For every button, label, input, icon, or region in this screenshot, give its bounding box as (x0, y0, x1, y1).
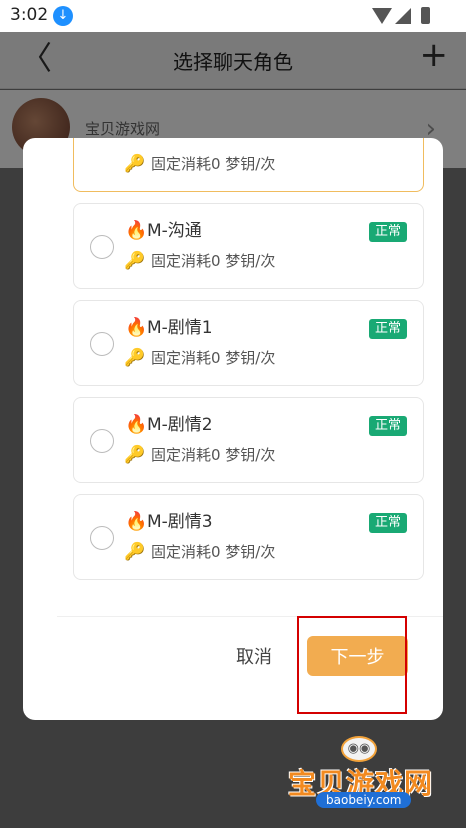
role-card[interactable]: 🔥 M-剧情2 正常 🔑 固定消耗0 梦钥/次 (73, 397, 424, 483)
key-icon: 🔑 (124, 542, 146, 562)
role-card[interactable]: 🔑 固定消耗0 梦钥/次 (73, 138, 424, 192)
role-cost: 固定消耗0 梦钥/次 (151, 155, 276, 173)
status-badge: 正常 (368, 513, 407, 533)
status-time: 3:02 (10, 5, 49, 25)
role-list[interactable]: 🔑 固定消耗0 梦钥/次 🔥 M-沟通 正常 🔑 固定消耗0 梦钥/次 🔥 M-… (23, 138, 443, 616)
highlight-box (297, 616, 407, 714)
role-name: M-剧情2 (147, 415, 213, 435)
status-badge: 正常 (368, 319, 407, 339)
download-icon: ↓ (53, 6, 73, 26)
cancel-button[interactable]: 取消 (236, 643, 272, 669)
fire-icon: 🔥 (125, 317, 148, 338)
key-icon: 🔑 (124, 154, 146, 174)
role-cost: 固定消耗0 梦钥/次 (151, 349, 276, 367)
role-radio[interactable] (90, 526, 114, 550)
gamepad-mascot-icon: ◉◉ (341, 736, 377, 762)
wifi-icon (372, 8, 392, 24)
role-cost: 固定消耗0 梦钥/次 (151, 543, 276, 561)
fire-icon: 🔥 (125, 511, 148, 532)
status-badge: 正常 (368, 222, 407, 242)
role-card[interactable]: 🔥 M-沟通 正常 🔑 固定消耗0 梦钥/次 (73, 203, 424, 289)
battery-icon (421, 7, 430, 24)
key-icon: 🔑 (124, 348, 146, 368)
watermark-url: baobeiy.com (316, 792, 412, 808)
status-bar: 3:02 ↓ (0, 0, 466, 32)
role-select-dialog: 🔑 固定消耗0 梦钥/次 🔥 M-沟通 正常 🔑 固定消耗0 梦钥/次 🔥 M-… (23, 138, 443, 720)
role-name: M-沟通 (147, 221, 202, 241)
role-cost: 固定消耗0 梦钥/次 (151, 446, 276, 464)
fire-icon: 🔥 (125, 414, 148, 435)
fire-icon: 🔥 (125, 220, 148, 241)
role-card[interactable]: 🔥 M-剧情3 正常 🔑 固定消耗0 梦钥/次 (73, 494, 424, 580)
role-radio[interactable] (90, 332, 114, 356)
signal-icon (395, 8, 411, 24)
role-card[interactable]: 🔥 M-剧情1 正常 🔑 固定消耗0 梦钥/次 (73, 300, 424, 386)
role-radio[interactable] (90, 429, 114, 453)
role-cost: 固定消耗0 梦钥/次 (151, 252, 276, 270)
watermark: ◉◉ 宝贝游戏网 baobeiy.com (288, 736, 458, 816)
role-name: M-剧情1 (147, 318, 213, 338)
key-icon: 🔑 (124, 251, 146, 271)
role-radio[interactable] (90, 235, 114, 259)
key-icon: 🔑 (124, 445, 146, 465)
role-name: M-剧情3 (147, 512, 213, 532)
status-badge: 正常 (368, 416, 407, 436)
